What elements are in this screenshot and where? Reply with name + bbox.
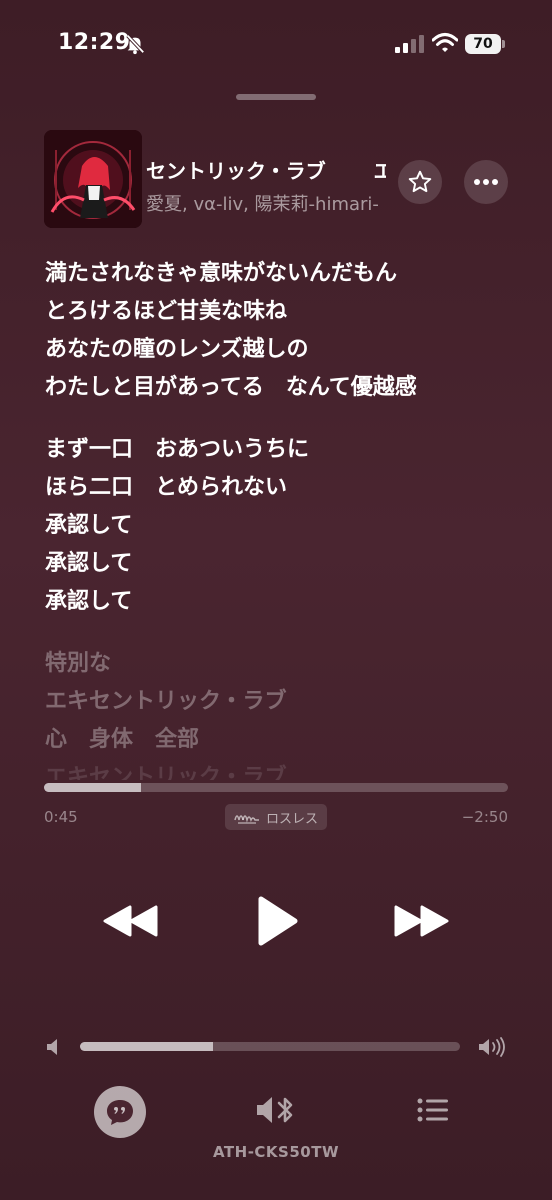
queue-button[interactable]	[412, 1090, 454, 1130]
lyric-line[interactable]: 承認して	[45, 583, 515, 621]
volume-high-icon	[479, 1037, 505, 1057]
lyric-line[interactable]: あなたの瞳のレンズ越しの	[45, 331, 515, 369]
lyric-line[interactable]: とろけるほど甘美な味ね	[45, 293, 515, 331]
lossless-label: ロスレス	[265, 811, 318, 827]
forward-icon	[394, 905, 449, 937]
now-playing-info[interactable]: セントリック・ラブ エ 愛夏, vα-liv, 陽茉莉-himari-	[146, 155, 386, 216]
lyric-line[interactable]: 承認して	[45, 545, 515, 583]
lyric-line[interactable]: 満たされなきゃ意味がないんだもん	[45, 255, 515, 293]
track-title-text: セントリック・ラブ	[146, 159, 326, 183]
audio-output-button[interactable]	[252, 1090, 298, 1130]
previous-track-button[interactable]	[98, 898, 162, 944]
remaining-time: −2:50	[461, 808, 508, 826]
wifi-icon	[432, 33, 458, 52]
lyric-line[interactable]: 心 身体 全部	[45, 721, 515, 759]
lossless-badge[interactable]: ロスレス	[225, 804, 327, 830]
status-bar: 12:29 70	[0, 0, 552, 90]
playback-progress-fill	[44, 783, 142, 792]
track-artist: 愛夏, vα-liv, 陽茉莉-himari-	[146, 194, 379, 215]
stanza-gap	[45, 407, 515, 431]
volume-slider[interactable]	[80, 1042, 460, 1051]
elapsed-time: 0:45	[44, 808, 78, 826]
lyric-line[interactable]: 特別な	[45, 645, 515, 683]
battery-tip	[502, 40, 505, 48]
bell-slash-icon	[126, 34, 145, 55]
volume-level-fill	[80, 1042, 213, 1051]
album-artwork[interactable]	[44, 130, 142, 228]
star-icon	[408, 170, 432, 193]
lyric-line[interactable]: 承認して	[45, 507, 515, 545]
more-options-button[interactable]	[464, 160, 508, 204]
lossless-waveform-icon	[234, 815, 259, 824]
lyric-line[interactable]: まず一口 おあついうちに	[45, 431, 515, 469]
lyrics-button[interactable]	[94, 1086, 146, 1138]
stanza-gap	[45, 621, 515, 645]
lyric-line[interactable]: わたしと目があってる なんて優越感	[45, 369, 515, 407]
backward-icon	[103, 905, 158, 937]
quote-bubble-icon	[107, 1100, 133, 1125]
artwork-image	[44, 130, 142, 228]
sheet-grabber[interactable]	[236, 94, 316, 100]
play-icon	[258, 896, 298, 946]
battery-icon: 70	[465, 34, 501, 54]
ellipsis-icon	[474, 179, 498, 185]
lyric-line[interactable]: エキセントリック・ラブ	[45, 759, 515, 780]
lyrics-view[interactable]: 満たされなきゃ意味がないんだもん とろけるほど甘美な味ね あなたの瞳のレンズ越し…	[45, 255, 515, 780]
cellular-signal-icon	[395, 35, 424, 53]
speaker-bluetooth-icon	[257, 1097, 293, 1123]
track-title: セントリック・ラブ エ	[146, 155, 386, 184]
lyric-line[interactable]: エキセントリック・ラブ	[45, 683, 515, 721]
playback-scrubber[interactable]	[44, 783, 508, 792]
volume-low-icon	[47, 1039, 57, 1055]
track-title-marquee-next: エ	[373, 159, 386, 183]
favorite-button[interactable]	[398, 160, 442, 204]
next-track-button[interactable]	[390, 898, 454, 944]
lyric-line[interactable]: ほら二口 とめられない	[45, 469, 515, 507]
audio-output-device-name: ATH-CKS50TW	[212, 1143, 340, 1161]
status-time: 12:29	[58, 30, 131, 55]
list-bullet-icon	[417, 1098, 448, 1122]
play-button[interactable]	[248, 892, 304, 950]
